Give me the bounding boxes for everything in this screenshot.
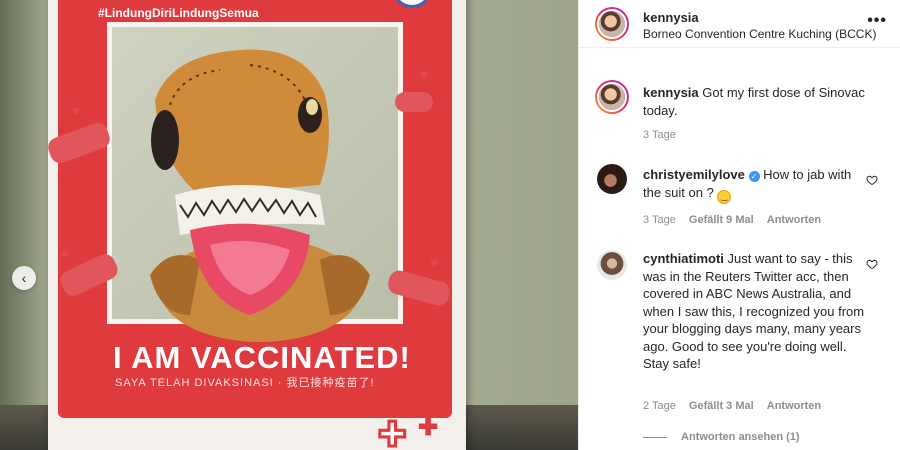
avatar-image <box>597 164 627 194</box>
dino-head <box>151 49 329 195</box>
replies-divider <box>643 436 667 438</box>
reply-button[interactable]: Antworten <box>767 214 821 226</box>
heart-icon: ♥ <box>420 66 429 82</box>
post-location[interactable]: Borneo Convention Centre Kuching (BCCK) <box>643 27 876 41</box>
caption-meta: 3 Tage <box>643 129 686 141</box>
view-replies-button[interactable]: Antworten ansehen (1) <box>643 431 800 443</box>
heart-icon: ♥ <box>430 255 439 271</box>
comment-likes[interactable]: Gefällt 9 Mal <box>689 214 754 226</box>
comment-time[interactable]: 3 Tage <box>643 214 676 226</box>
red-cross-icon: ✚ <box>418 414 439 441</box>
previous-photo-button[interactable]: ‹ <box>12 266 36 290</box>
heart-icon: ♥ <box>72 103 81 119</box>
more-options-icon[interactable]: ••• <box>867 12 887 30</box>
comment-user[interactable]: cynthiatimoti <box>643 251 724 266</box>
author-avatar[interactable] <box>595 7 629 41</box>
comments-panel: kennysia Borneo Convention Centre Kuchin… <box>578 0 900 450</box>
grinning-sweat-emoji-icon: ‿ <box>717 189 732 204</box>
poster-headline: I AM VACCINATED! <box>113 340 411 375</box>
poster-subline: SAYA TELAH DIVAKSINASI · 我已接种疫苗了! <box>115 377 375 389</box>
caption-text-block: kennysia Got my first dose of Sinovac to… <box>643 84 869 119</box>
comment-likes[interactable]: Gefällt 3 Mal <box>689 400 754 412</box>
comment-user[interactable]: christyemilylove <box>643 167 745 182</box>
heart-outline-icon[interactable] <box>866 174 878 186</box>
comment-text-block: cynthiatimoti Just want to say - this wa… <box>643 250 869 373</box>
comment-meta: 3 Tage Gefällt 9 Mal Antworten <box>643 214 831 226</box>
red-cross-icon: ✚ <box>377 416 407 450</box>
avatar-image <box>599 11 625 37</box>
caption-time[interactable]: 3 Tage <box>643 129 676 141</box>
post-header: kennysia Borneo Convention Centre Kuchin… <box>579 0 900 48</box>
comment-text-block: christyemilylove ✓ How to jab with the s… <box>643 166 869 204</box>
poster-hashtag: #LindungDiriLindungSemua <box>98 6 259 20</box>
heart-icon: ♥ <box>60 246 69 262</box>
comment-text: Just want to say - this was in the Reute… <box>643 251 865 371</box>
caption-user[interactable]: kennysia <box>643 85 699 100</box>
dinosaur-costume <box>150 49 370 342</box>
verified-badge-icon: ✓ <box>748 171 760 182</box>
heart-outline-icon[interactable] <box>866 258 878 270</box>
commenter-avatar[interactable] <box>597 164 627 194</box>
post-photo[interactable]: #LindungDiriLindungSemua ♥ ♥ ♥ ♥ I AM VA… <box>0 0 578 450</box>
commenter-avatar[interactable] <box>597 250 627 280</box>
avatar-image <box>599 84 625 110</box>
view-replies-label: Antworten ansehen (1) <box>681 431 800 443</box>
comment-time[interactable]: 2 Tage <box>643 400 676 412</box>
post-author[interactable]: kennysia <box>643 10 699 25</box>
avatar-image <box>597 250 627 280</box>
reply-button[interactable]: Antworten <box>767 400 821 412</box>
comment-meta: 2 Tage Gefällt 3 Mal Antworten <box>643 400 831 412</box>
poster-hand-right-top <box>395 92 433 112</box>
caption-avatar[interactable] <box>595 80 629 114</box>
